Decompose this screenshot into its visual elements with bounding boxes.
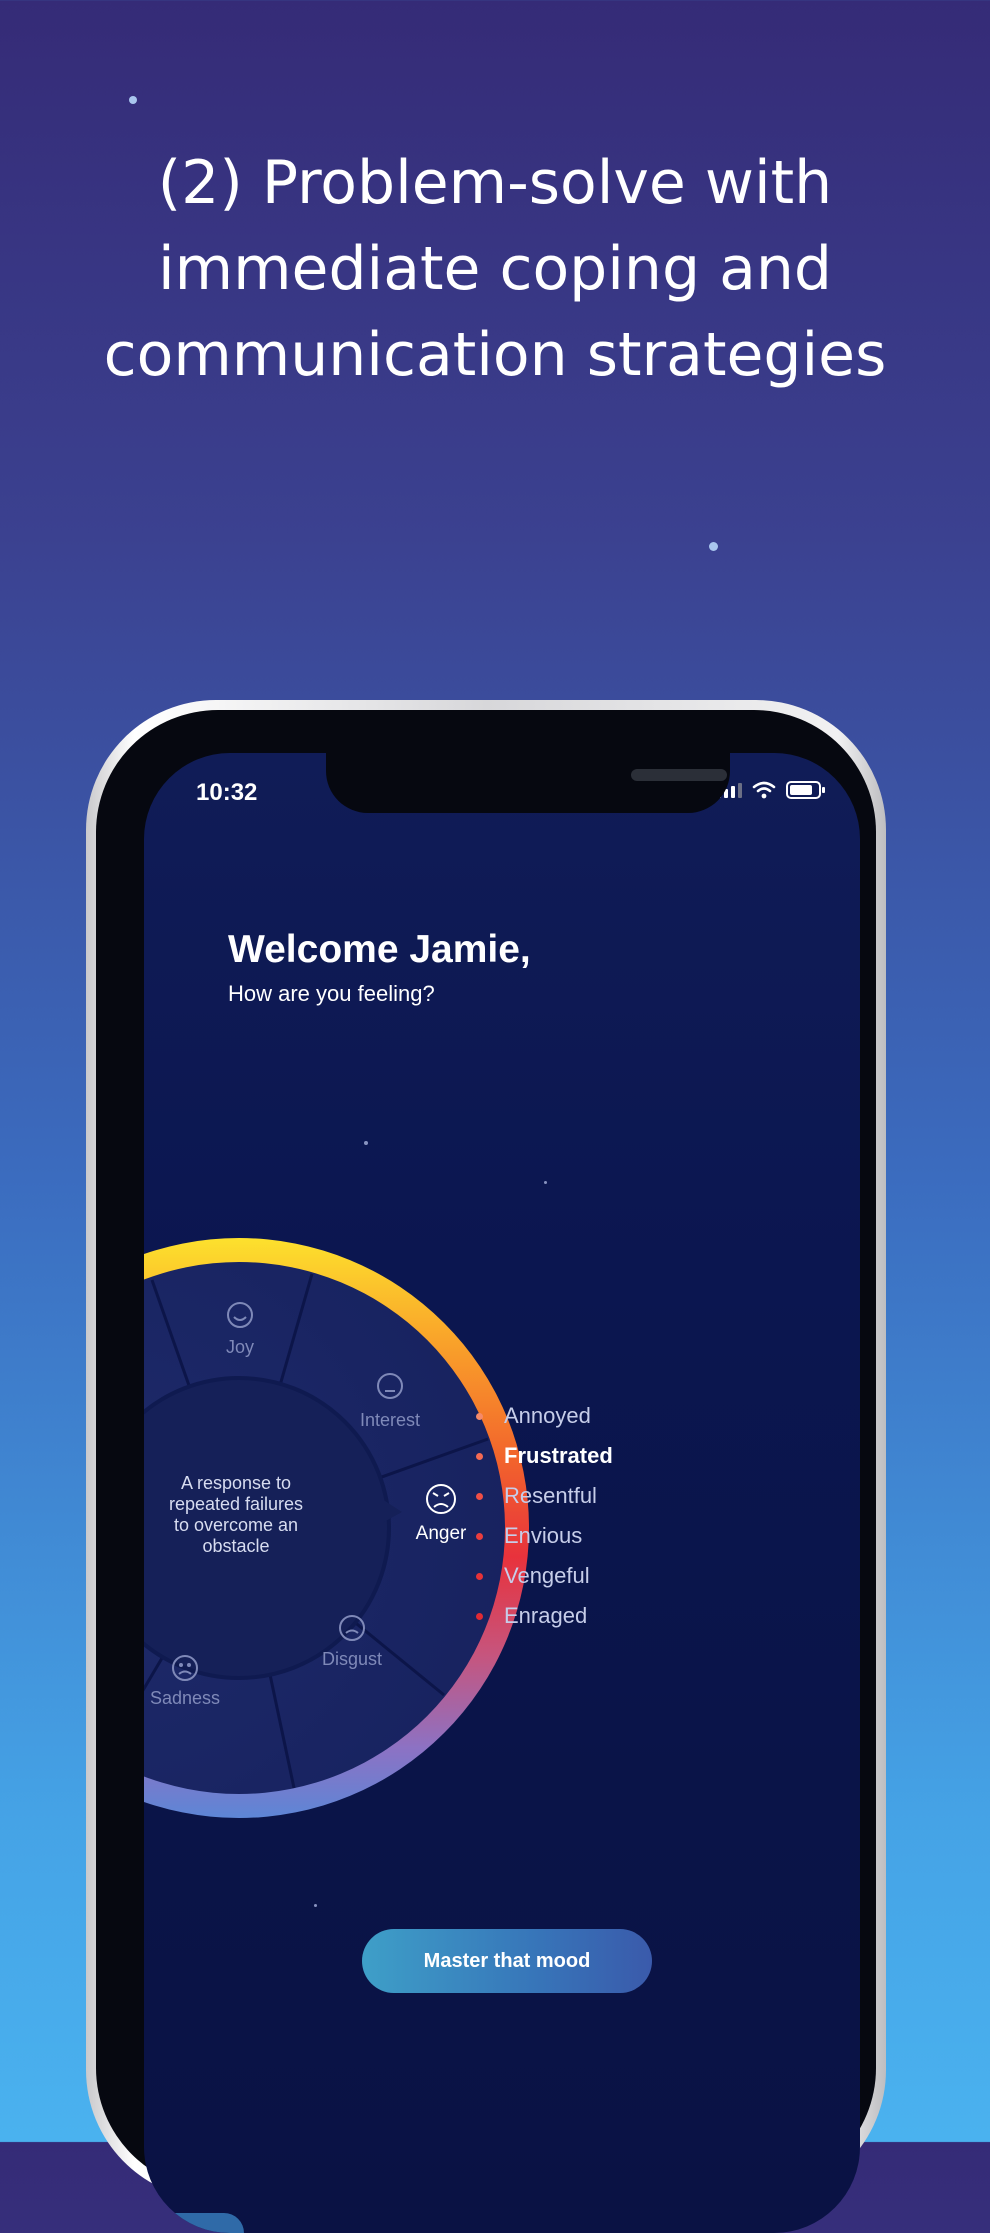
emotion-dot xyxy=(476,1413,483,1420)
speaker-grille xyxy=(631,769,727,781)
screen-star xyxy=(544,1181,547,1184)
emotion-option-frustrated[interactable]: Frustrated xyxy=(476,1436,613,1476)
description-line: obstacle xyxy=(202,1536,269,1556)
emotion-option-label: Annoyed xyxy=(504,1403,591,1428)
phone-bezel: 10:32 Welcome Jamie, How are you feeling… xyxy=(96,710,876,2233)
emotion-option-label: Envious xyxy=(504,1523,583,1548)
description-line: to overcome an xyxy=(174,1515,298,1535)
background-star xyxy=(709,542,718,551)
emotion-option-resentful[interactable]: Resentful xyxy=(476,1476,613,1516)
phone-frame: 10:32 Welcome Jamie, How are you feeling… xyxy=(86,700,886,2233)
emotion-dot xyxy=(476,1493,483,1500)
bottom-tab-hint xyxy=(144,2213,244,2233)
emotion-option-annoyed[interactable]: Annoyed xyxy=(476,1396,613,1436)
headline: (2) Problem-solve with immediate coping … xyxy=(0,140,990,398)
description-line: repeated failures xyxy=(169,1494,303,1514)
segment-label: Joy xyxy=(226,1337,254,1357)
emotion-option-label: Resentful xyxy=(504,1483,597,1508)
emotion-option-enraged[interactable]: Enraged xyxy=(476,1596,613,1636)
welcome-title: Welcome Jamie, xyxy=(228,928,531,971)
emotion-option-vengeful[interactable]: Vengeful xyxy=(476,1556,613,1596)
emotion-dot xyxy=(476,1573,483,1580)
wifi-icon xyxy=(752,781,776,799)
screen-star xyxy=(314,1904,317,1907)
emotion-option-envious[interactable]: Envious xyxy=(476,1516,613,1556)
status-time: 10:32 xyxy=(196,779,258,806)
segment-label: Anger xyxy=(416,1523,467,1544)
segment-label: Interest xyxy=(360,1410,420,1430)
feeling-prompt: How are you feeling? xyxy=(228,981,435,1006)
emotion-options-list: Annoyed Frustrated Resentful Envious Ven… xyxy=(476,1396,613,1636)
emotion-dot xyxy=(476,1453,483,1460)
emotion-option-label: Enraged xyxy=(504,1603,588,1628)
background-star xyxy=(129,96,137,104)
description-line: A response to xyxy=(181,1473,291,1493)
phone-notch xyxy=(326,753,730,813)
segment-label: Sadness xyxy=(150,1688,220,1708)
headline-line: communication strategies xyxy=(103,320,887,390)
screen-star xyxy=(364,1141,368,1145)
app-screen: 10:32 Welcome Jamie, How are you feeling… xyxy=(144,753,860,2233)
headline-line: (2) Problem-solve with xyxy=(157,148,833,218)
emotion-dot xyxy=(476,1613,483,1620)
master-that-mood-button[interactable]: Master that mood xyxy=(362,1929,652,1993)
status-icons xyxy=(717,781,826,799)
battery-icon xyxy=(786,781,825,799)
emotion-dot xyxy=(476,1533,483,1540)
emotion-option-label: Vengeful xyxy=(504,1563,590,1588)
emotion-option-label: Frustrated xyxy=(504,1443,613,1468)
headline-line: immediate coping and xyxy=(157,234,833,304)
segment-label: Disgust xyxy=(322,1649,382,1669)
